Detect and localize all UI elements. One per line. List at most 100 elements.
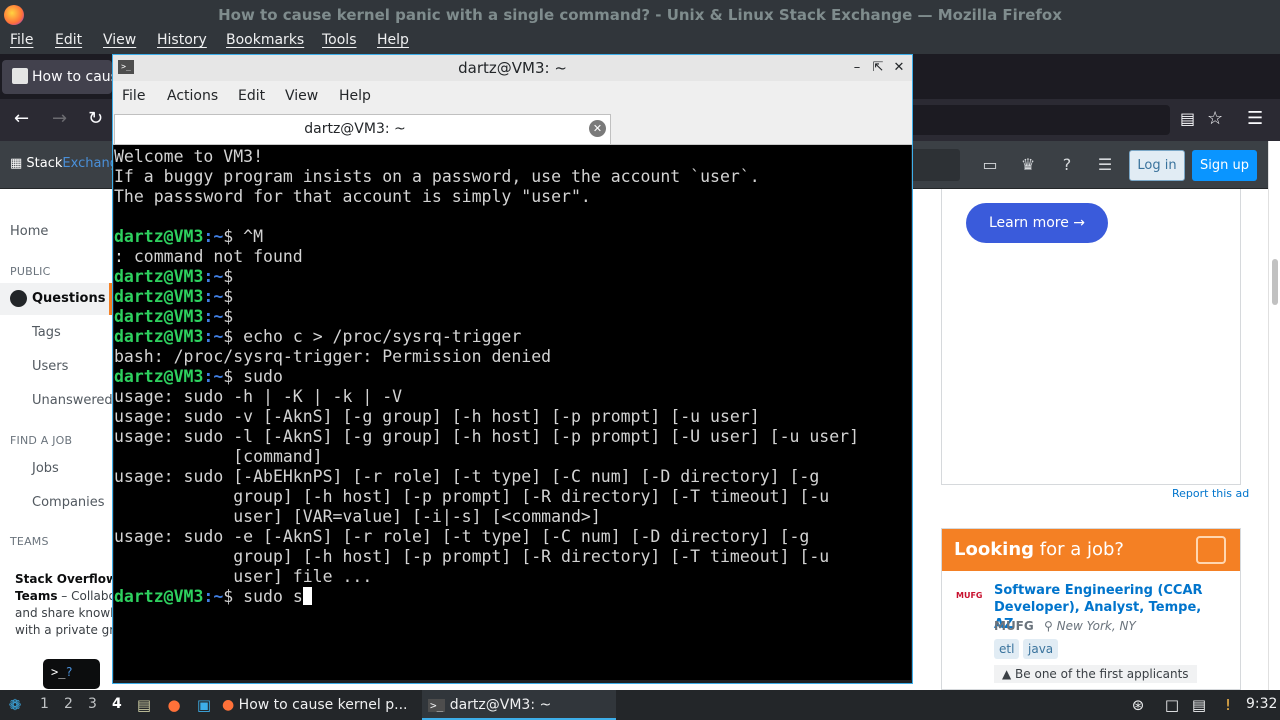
output-text: The passsword for that account is simply… [114,187,591,206]
se-logo-suffix: Exchang [62,156,118,171]
job-tag-java[interactable]: java [1023,639,1059,659]
page-scrollbar[interactable] [1268,141,1280,690]
inbox-icon[interactable]: ▭ [980,155,1000,175]
job-tag-etl[interactable]: etl [994,639,1020,659]
command-text: sudo [233,367,283,386]
sidebar-item-unanswered[interactable]: Unanswered [32,393,113,408]
url-bar[interactable] [900,105,1170,135]
stackexchange-logo[interactable]: ▦ StackExchang [10,156,118,171]
terminal-tab-label: dartz@VM3: ~ [304,121,406,137]
terminal-line: dartz@VM3:~$ [114,267,911,287]
output-text: [command] [114,447,323,466]
trophy-icon[interactable]: ♛ [1018,155,1038,175]
firefox-menu-history[interactable]: History [157,32,207,48]
file-manager-icon[interactable]: ▤ [134,695,154,715]
prompt-symbol: $ [223,327,234,346]
sidebar-ad: Learn more → [941,189,1241,485]
hamburger-menu-icon[interactable]: ☰ [1247,107,1263,131]
sidebar-item-questions[interactable]: Questions [0,283,112,315]
terminal-menu-view[interactable]: View [285,88,318,104]
job-company: MUFG [994,619,1034,633]
output-text: If a buggy program insists on a password… [114,167,760,186]
workspace-1[interactable]: 1 [40,696,49,712]
sidebar-item-home[interactable]: Home [10,224,48,239]
close-icon[interactable]: ✕ [890,58,908,78]
signup-button[interactable]: Sign up [1192,150,1257,181]
jobs-widget: Looking for a job? MUFG Software Enginee… [941,528,1241,690]
firefox-menu-view[interactable]: View [103,32,136,48]
teams-widget-q: ? [65,665,73,679]
terminal-line: usage: sudo -h | -K | -k | -V [114,387,911,407]
reader-view-icon[interactable]: ▤ [1180,107,1195,131]
command-text: echo c > /proc/sysrq-trigger [233,327,522,346]
terminal-menu-actions[interactable]: Actions [167,88,218,104]
output-text: : command not found [114,247,303,266]
jobs-widget-header: Looking for a job? [942,529,1240,571]
site-switcher-icon[interactable]: ☰ [1095,155,1115,175]
task-terminal[interactable]: >_ dartz@VM3: ~ [422,690,616,720]
output-text: group] [-h host] [-p prompt] [-R directo… [114,547,830,566]
location-pin-icon: ⚲ [1044,619,1057,633]
prompt-path: :~ [203,587,224,606]
se-logo-glyph-icon: ▦ [10,156,27,171]
sidebar-item-jobs[interactable]: Jobs [32,461,59,476]
prompt-symbol: $ [223,587,234,606]
learn-more-button[interactable]: Learn more → [966,203,1108,243]
terminal-tab[interactable]: dartz@VM3: ~ ✕ [114,114,611,144]
login-button[interactable]: Log in [1129,150,1185,181]
firefox-menu-help[interactable]: Help [377,32,409,48]
back-arrow-icon[interactable]: ← [14,107,29,131]
sidebar-item-users[interactable]: Users [32,359,68,374]
bookmark-star-icon[interactable]: ☆ [1207,107,1223,131]
firefox-tab-title: How to caus [32,69,112,85]
workspace-2[interactable]: 2 [64,696,73,712]
terminal-menu-file[interactable]: File [122,88,145,104]
output-text: Welcome to VM3! [114,147,264,166]
terminal-line: : command not found [114,247,911,267]
prompt-user: dartz@VM3 [114,287,204,306]
firefox-menu-tools[interactable]: Tools [322,32,357,48]
notification-icon[interactable]: ! [1218,695,1238,715]
clipboard-icon[interactable]: □ [1162,695,1182,715]
sidebar-item-companies[interactable]: Companies [32,495,105,510]
firefox-titlebar: How to cause kernel panic with a single … [0,0,1280,30]
workspace-4[interactable]: 4 [112,696,122,712]
page-scrollbar-thumb[interactable] [1272,259,1278,305]
reload-icon[interactable]: ↻ [88,107,103,131]
teams-widget-prompt: >_ [51,665,66,679]
terminal-titlebar[interactable]: >_ dartz@VM3: ~ – ⇱ ✕ [113,55,912,81]
task-firefox[interactable]: ● How to cause kernel p... [222,690,418,720]
report-ad-link[interactable]: Report this ad [1172,487,1249,500]
desktop-icon[interactable]: ▣ [194,695,214,715]
firefox-menu-edit[interactable]: Edit [55,32,82,48]
app-launcher-icon[interactable]: ❁ [5,695,25,715]
help-icon[interactable]: ? [1057,155,1077,175]
terminal-line: usage: sudo [-AbEHknPS] [-r role] [-t ty… [114,467,911,487]
firefox-tab-active[interactable]: How to caus [2,60,112,94]
output-text: usage: sudo -h | -K | -k | -V [114,387,403,406]
firefox-menu-bookmarks[interactable]: Bookmarks [226,32,304,48]
terminal-menu-edit[interactable]: Edit [238,88,265,104]
prompt-symbol: $ [223,287,234,306]
se-search-input[interactable] [910,149,960,181]
firefox-menu-file[interactable]: File [10,32,33,48]
terminal-output[interactable]: Welcome to VM3! If a buggy program insist… [114,145,911,680]
firefox-launcher-icon[interactable]: ● [164,695,184,715]
terminal-window[interactable]: >_ dartz@VM3: ~ – ⇱ ✕ File Actions Edit … [112,54,913,684]
sidebar-item-tags[interactable]: Tags [32,325,61,340]
teams-promo-line2: and share knowl [15,606,112,620]
workspace-3[interactable]: 3 [88,696,97,712]
terminal-line: dartz@VM3:~$ echo c > /proc/sysrq-trigge… [114,327,911,347]
minimize-icon[interactable]: – [848,58,866,78]
network-icon[interactable]: ▤ [1189,695,1209,715]
maximize-icon[interactable]: ⇱ [869,58,887,78]
output-text: user] file ... [114,567,373,586]
forward-arrow-icon[interactable]: → [52,107,67,131]
tab-close-icon[interactable]: ✕ [589,120,606,137]
up-arrow-icon: ▲ [1002,667,1016,681]
firefox-logo-icon [4,5,24,25]
terminal-menu-help[interactable]: Help [339,88,371,104]
bluetooth-icon[interactable]: ⊛ [1128,695,1148,715]
prompt-user: dartz@VM3 [114,587,204,606]
